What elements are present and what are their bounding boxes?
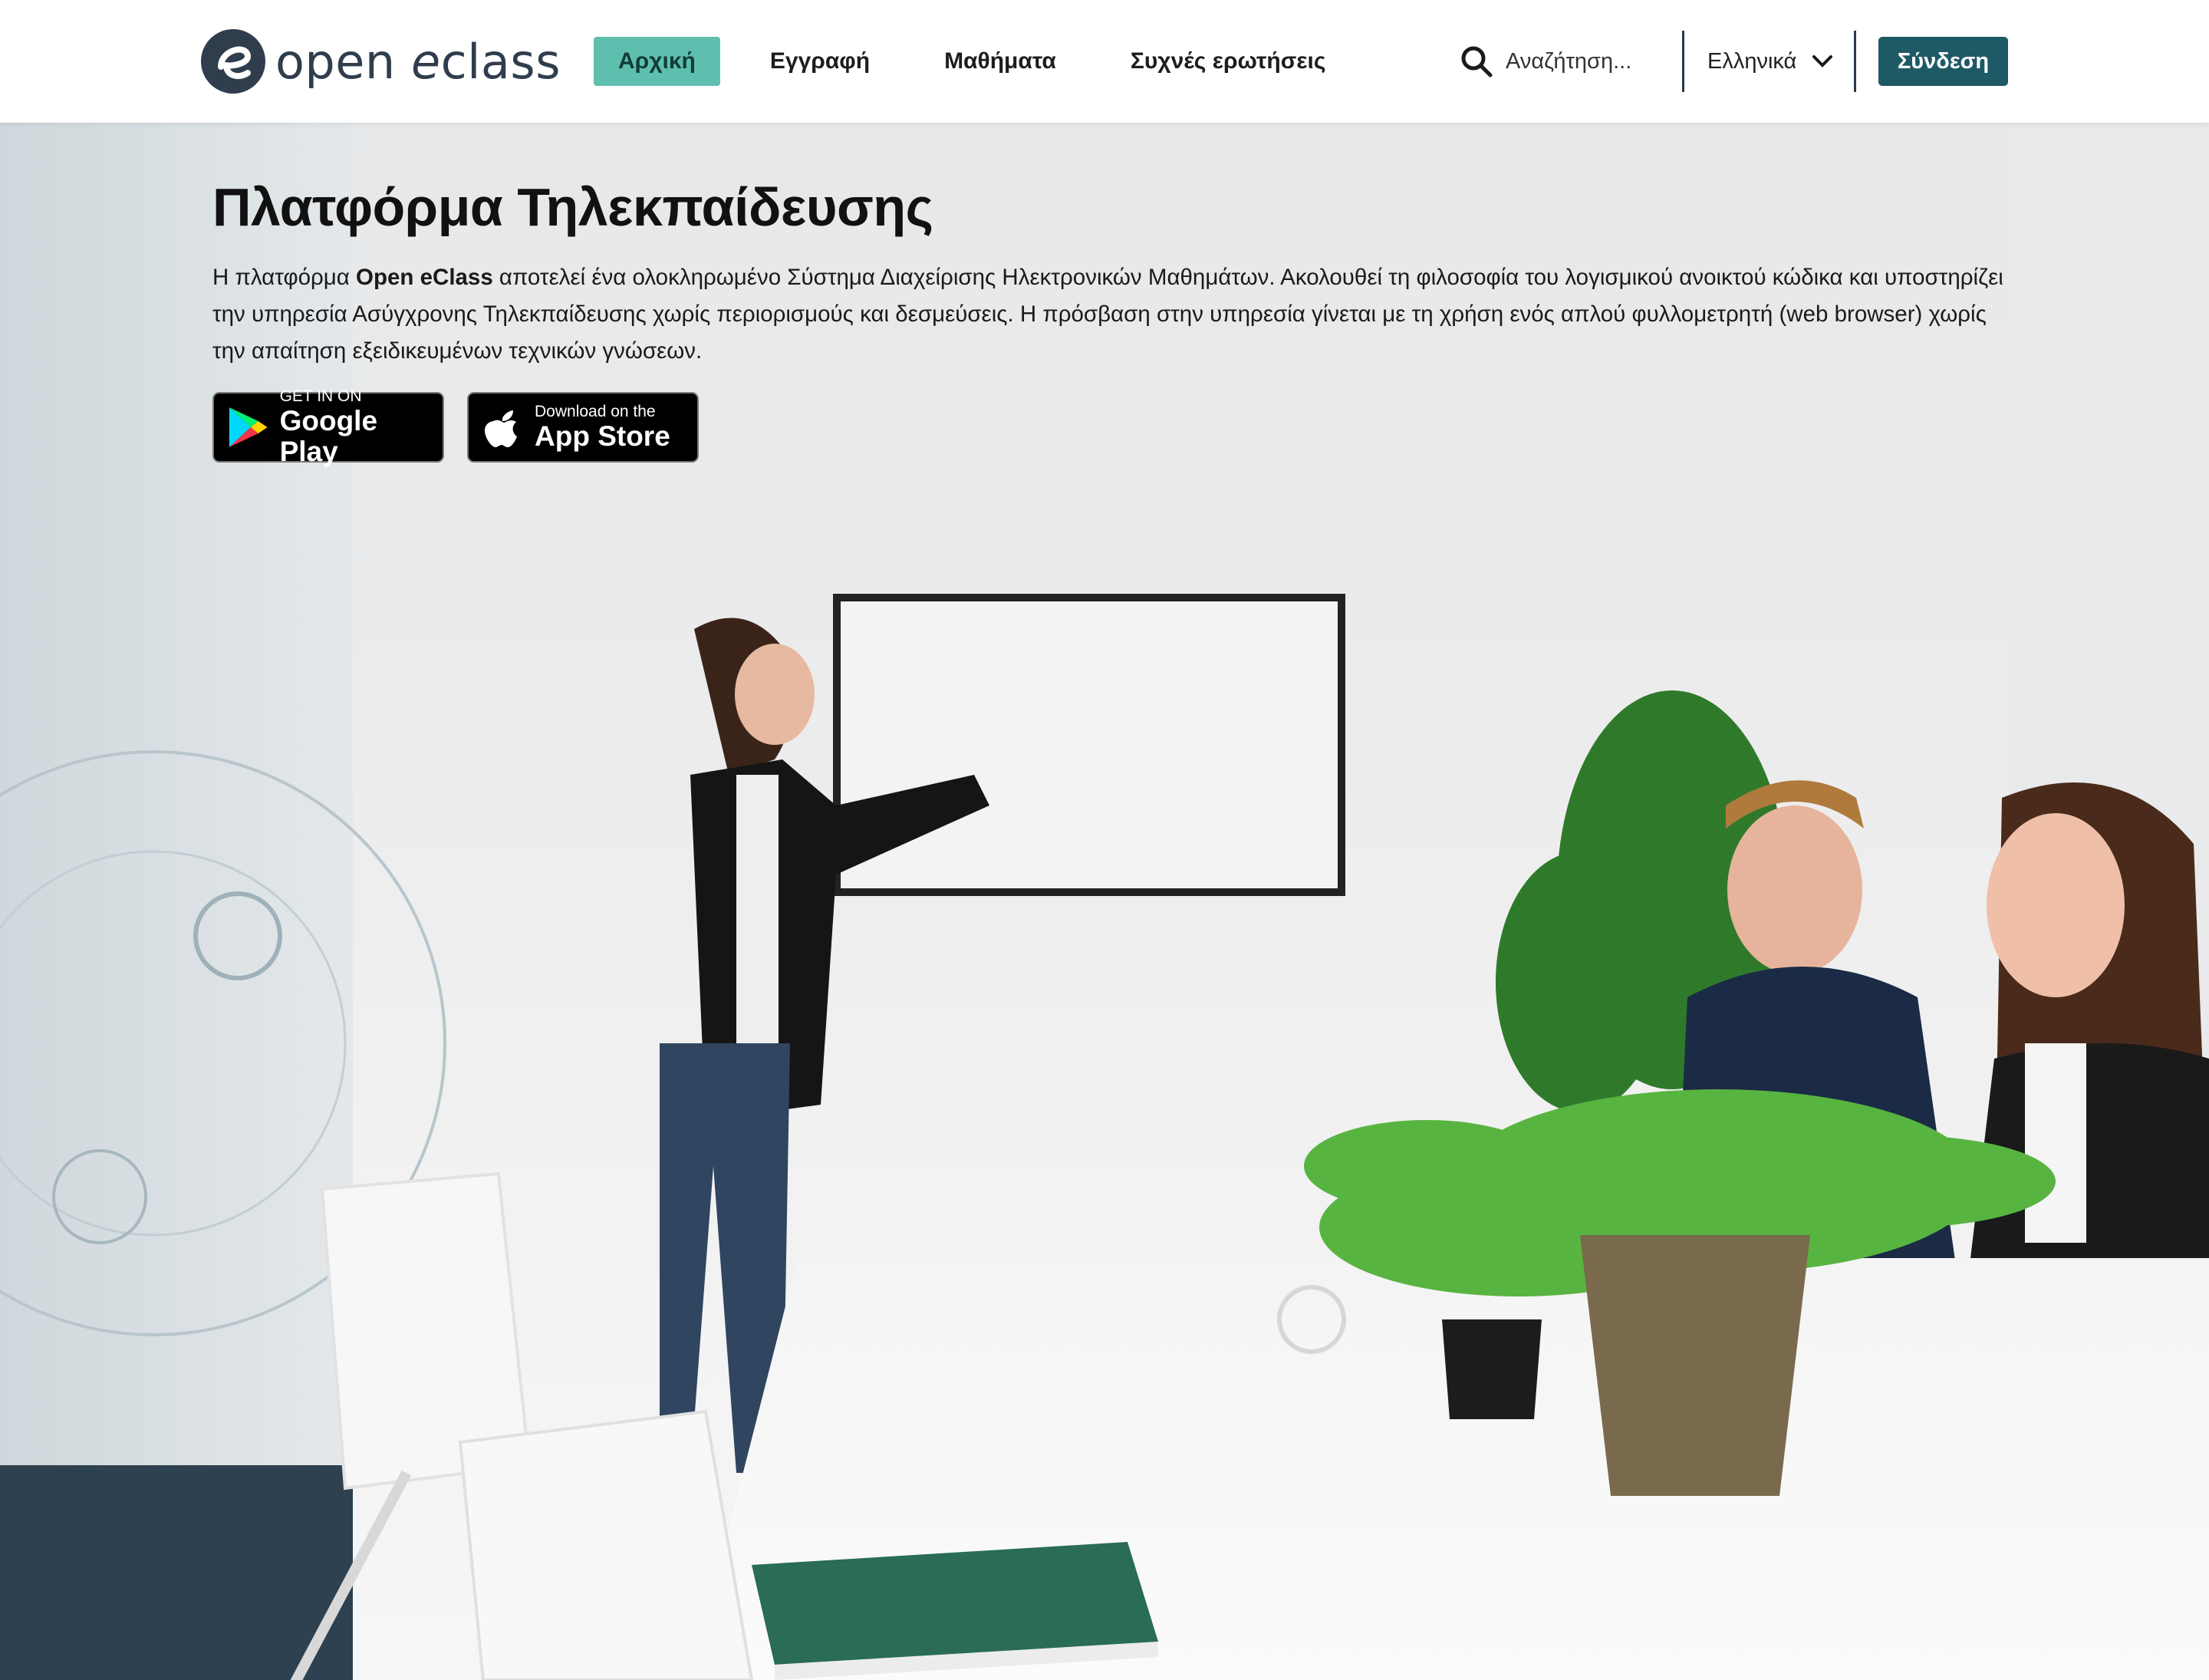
nav-home[interactable]: Αρχική (594, 37, 720, 86)
top-header: open eclass Αρχική Εγγραφή Μαθήματα Συχν… (0, 0, 2209, 123)
hero-title: Πλατφόρμα Τηλεκπαίδευσης (212, 177, 933, 237)
search-box (1460, 40, 1663, 83)
app-store-small-text: Download on the (535, 403, 656, 420)
google-play-button[interactable]: GET IN ON Google Play (212, 387, 444, 467)
app-store-label: App Store (535, 420, 670, 452)
chevron-down-icon (1812, 55, 1833, 68)
language-label: Ελληνικά (1707, 48, 1797, 74)
nav-courses[interactable]: Μαθήματα (920, 37, 1081, 86)
hero-description: Η πλατφόρμα Open eClass αποτελεί ένα ολο… (212, 265, 2003, 364)
openeclass-logo[interactable]: open eclass (200, 27, 561, 96)
search-input[interactable] (1506, 42, 1663, 81)
nav-register[interactable]: Εγγραφή (746, 37, 894, 86)
apple-icon (485, 410, 517, 447)
language-selector[interactable]: Ελληνικά (1707, 40, 1833, 83)
google-play-icon (229, 407, 268, 447)
app-store-button[interactable]: Download on the App Store (467, 392, 699, 463)
nav-faq[interactable]: Συχνές ερωτήσεις (1106, 37, 1351, 86)
eclass-logo-icon (201, 29, 265, 94)
login-button[interactable]: Σύνδεση (1878, 37, 2008, 86)
search-icon[interactable] (1460, 44, 1493, 78)
header-divider (1854, 31, 1856, 92)
header-divider (1682, 31, 1684, 92)
main-nav: Αρχική Εγγραφή Μαθήματα Συχνές ερωτήσεις (594, 37, 1375, 86)
logo-wordmark: open eclass (275, 33, 561, 90)
brand-name: Open eClass (356, 265, 493, 290)
google-play-small-text: GET IN ON (279, 387, 362, 405)
hero-section: Πλατφόρμα Τηλεκπαίδευσης Η πλατφόρμα Ope… (0, 123, 2209, 1680)
google-play-label: Google Play (279, 405, 378, 467)
